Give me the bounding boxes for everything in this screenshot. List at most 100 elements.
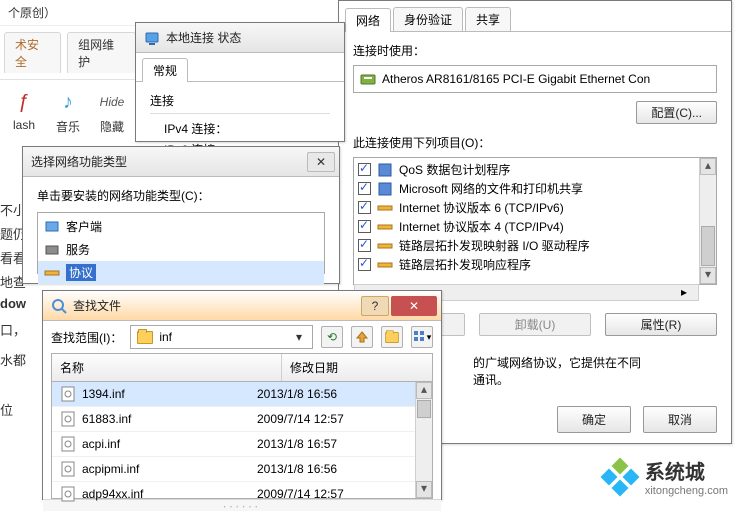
protocol-icon — [44, 265, 60, 281]
tab-share[interactable]: 共享 — [465, 7, 511, 31]
file-row[interactable]: acpi.inf 2013/1/8 16:57 — [52, 431, 415, 456]
bg-icon-hide[interactable]: Hide 隐藏 — [98, 88, 126, 135]
scope-label: 查找范围(I)： — [51, 329, 122, 346]
inf-file-icon — [60, 411, 76, 427]
view-button[interactable]: ▾ — [411, 326, 433, 348]
bg-tab-groupmaint[interactable]: 组网维护 — [67, 32, 136, 73]
bg-tab-security[interactable]: 术安全 — [4, 32, 61, 73]
bg-trunc-text: 位 — [0, 400, 13, 419]
net-item[interactable]: Internet 协议版本 4 (TCP/IPv4) — [354, 217, 699, 236]
bg-trunc-text: 水都 — [0, 350, 26, 369]
protocol-icon — [377, 200, 393, 216]
checkbox-icon[interactable] — [358, 239, 371, 252]
bg-trunc-text: dow — [0, 296, 26, 311]
net-item[interactable]: 链路层拓扑发现响应程序 — [354, 255, 699, 274]
new-folder-button[interactable] — [381, 326, 403, 348]
cancel-button[interactable]: 取消 — [643, 406, 717, 433]
tab-network[interactable]: 网络 — [345, 8, 391, 32]
uses-items-label: 此连接使用下列项目(O)： — [353, 134, 490, 151]
titlebar[interactable]: 查找文件 ? ✕ — [43, 291, 441, 321]
scroll-down-icon[interactable]: ▾ — [416, 481, 432, 498]
component-icon — [377, 181, 393, 197]
music-icon: ♪ — [54, 88, 82, 116]
tab-general[interactable]: 常规 — [142, 58, 188, 82]
scrollbar[interactable]: ▴ ▾ — [699, 158, 716, 284]
scroll-thumb[interactable] — [701, 226, 715, 266]
hide-icon: Hide — [98, 88, 126, 116]
col-name-header[interactable]: 名称 — [52, 354, 282, 381]
watermark: 系统城 xitongcheng.com — [603, 456, 728, 497]
titlebar[interactable]: 选择网络功能类型 ✕ — [23, 147, 339, 177]
net-item[interactable]: QoS 数据包计划程序 — [354, 160, 699, 179]
ipv4-label: IPv4 连接： — [150, 120, 330, 137]
folder-icon — [137, 329, 153, 345]
titlebar[interactable]: 本地连接 状态 — [136, 23, 344, 53]
connection-status-window: 本地连接 状态 常规 连接 IPv4 连接： IPv6 连接： — [135, 22, 345, 142]
bg-text: 个原创） — [0, 0, 140, 26]
tab-auth[interactable]: 身份验证 — [393, 7, 463, 31]
connect-using-label: 连接时使用： — [353, 42, 425, 59]
help-button[interactable]: ? — [361, 296, 389, 316]
checkbox-icon[interactable] — [358, 163, 371, 176]
adapter-name: Atheros AR8161/8165 PCI-E Gigabit Ethern… — [382, 72, 650, 86]
connection-section-label: 连接 — [150, 92, 174, 109]
bg-icon-music[interactable]: ♪ 音乐 — [54, 88, 82, 135]
window-title: 选择网络功能类型 — [31, 153, 305, 170]
net-item[interactable]: Internet 协议版本 6 (TCP/IPv6) — [354, 198, 699, 217]
back-button[interactable]: ⟲ — [321, 326, 343, 348]
prompt-label: 单击要安装的网络功能类型(C)： — [37, 187, 210, 204]
background-app-fragment: 个原创） 术安全 组网维护 ƒ lash ♪ 音乐 Hide 隐藏 — [0, 0, 140, 143]
checkbox-icon[interactable] — [358, 220, 371, 233]
scroll-up-icon[interactable]: ▴ — [416, 382, 432, 399]
uninstall-button[interactable]: 卸载(U) — [479, 313, 591, 336]
scope-value: inf — [159, 330, 172, 344]
search-icon — [51, 298, 67, 314]
scrollbar[interactable]: ▴ ▾ — [415, 382, 432, 498]
type-item-service[interactable]: 服务 — [38, 238, 324, 261]
close-button[interactable]: ✕ — [391, 296, 437, 316]
service-icon — [44, 242, 60, 258]
network-icon — [144, 30, 160, 46]
scroll-up-icon[interactable]: ▴ — [700, 158, 716, 175]
inf-file-icon — [60, 436, 76, 452]
scroll-down-icon[interactable]: ▾ — [700, 267, 716, 284]
protocol-icon — [377, 219, 393, 235]
checkbox-icon[interactable] — [358, 201, 371, 214]
type-item-protocol[interactable]: 协议 — [38, 261, 324, 284]
net-item[interactable]: 链路层拓扑发现映射器 I/O 驱动程序 — [354, 236, 699, 255]
watermark-brand: 系统城 — [645, 456, 728, 485]
protocol-icon — [377, 238, 393, 254]
up-button[interactable] — [351, 326, 373, 348]
watermark-url: xitongcheng.com — [645, 485, 728, 497]
nic-icon — [360, 71, 376, 87]
configure-button[interactable]: 配置(C)... — [636, 101, 717, 124]
ok-button[interactable]: 确定 — [557, 406, 631, 433]
window-title: 查找文件 — [73, 297, 359, 314]
watermark-icon — [603, 460, 637, 494]
type-item-client[interactable]: 客户端 — [38, 215, 324, 238]
properties-button[interactable]: 属性(R) — [605, 313, 717, 336]
window-title: 本地连接 状态 — [166, 29, 340, 46]
checkbox-icon[interactable] — [358, 182, 371, 195]
col-date-header[interactable]: 修改日期 — [282, 354, 432, 381]
close-button[interactable]: ✕ — [307, 152, 335, 172]
net-item[interactable]: Microsoft 网络的文件和打印机共享 — [354, 179, 699, 198]
flash-icon: ƒ — [10, 88, 38, 116]
bg-trunc-text: 口， — [0, 320, 26, 339]
checkbox-icon[interactable] — [358, 258, 371, 271]
inf-file-icon — [60, 386, 76, 402]
select-network-type-window: 选择网络功能类型 ✕ 单击要安装的网络功能类型(C)： 客户端 服务 协议 — [22, 146, 340, 284]
file-row[interactable]: acpipmi.inf 2013/1/8 16:56 — [52, 456, 415, 481]
scroll-right-icon[interactable]: ▸ — [681, 285, 698, 300]
client-icon — [44, 219, 60, 235]
inf-file-icon — [60, 486, 76, 502]
file-row[interactable]: adp94xx.inf 2009/7/14 12:57 — [52, 481, 415, 506]
bg-icon-flash[interactable]: ƒ lash — [10, 88, 38, 135]
file-row[interactable]: 1394.inf 2013/1/8 16:56 — [52, 382, 415, 406]
scope-combobox[interactable]: inf ▾ — [130, 325, 313, 349]
scroll-thumb[interactable] — [417, 400, 431, 418]
find-file-window: 查找文件 ? ✕ 查找范围(I)： inf ▾ ⟲ ▾ 名称 修改日期 — [42, 290, 442, 500]
inf-file-icon — [60, 461, 76, 477]
chevron-down-icon[interactable]: ▾ — [292, 330, 306, 344]
file-row[interactable]: 61883.inf 2009/7/14 12:57 — [52, 406, 415, 431]
